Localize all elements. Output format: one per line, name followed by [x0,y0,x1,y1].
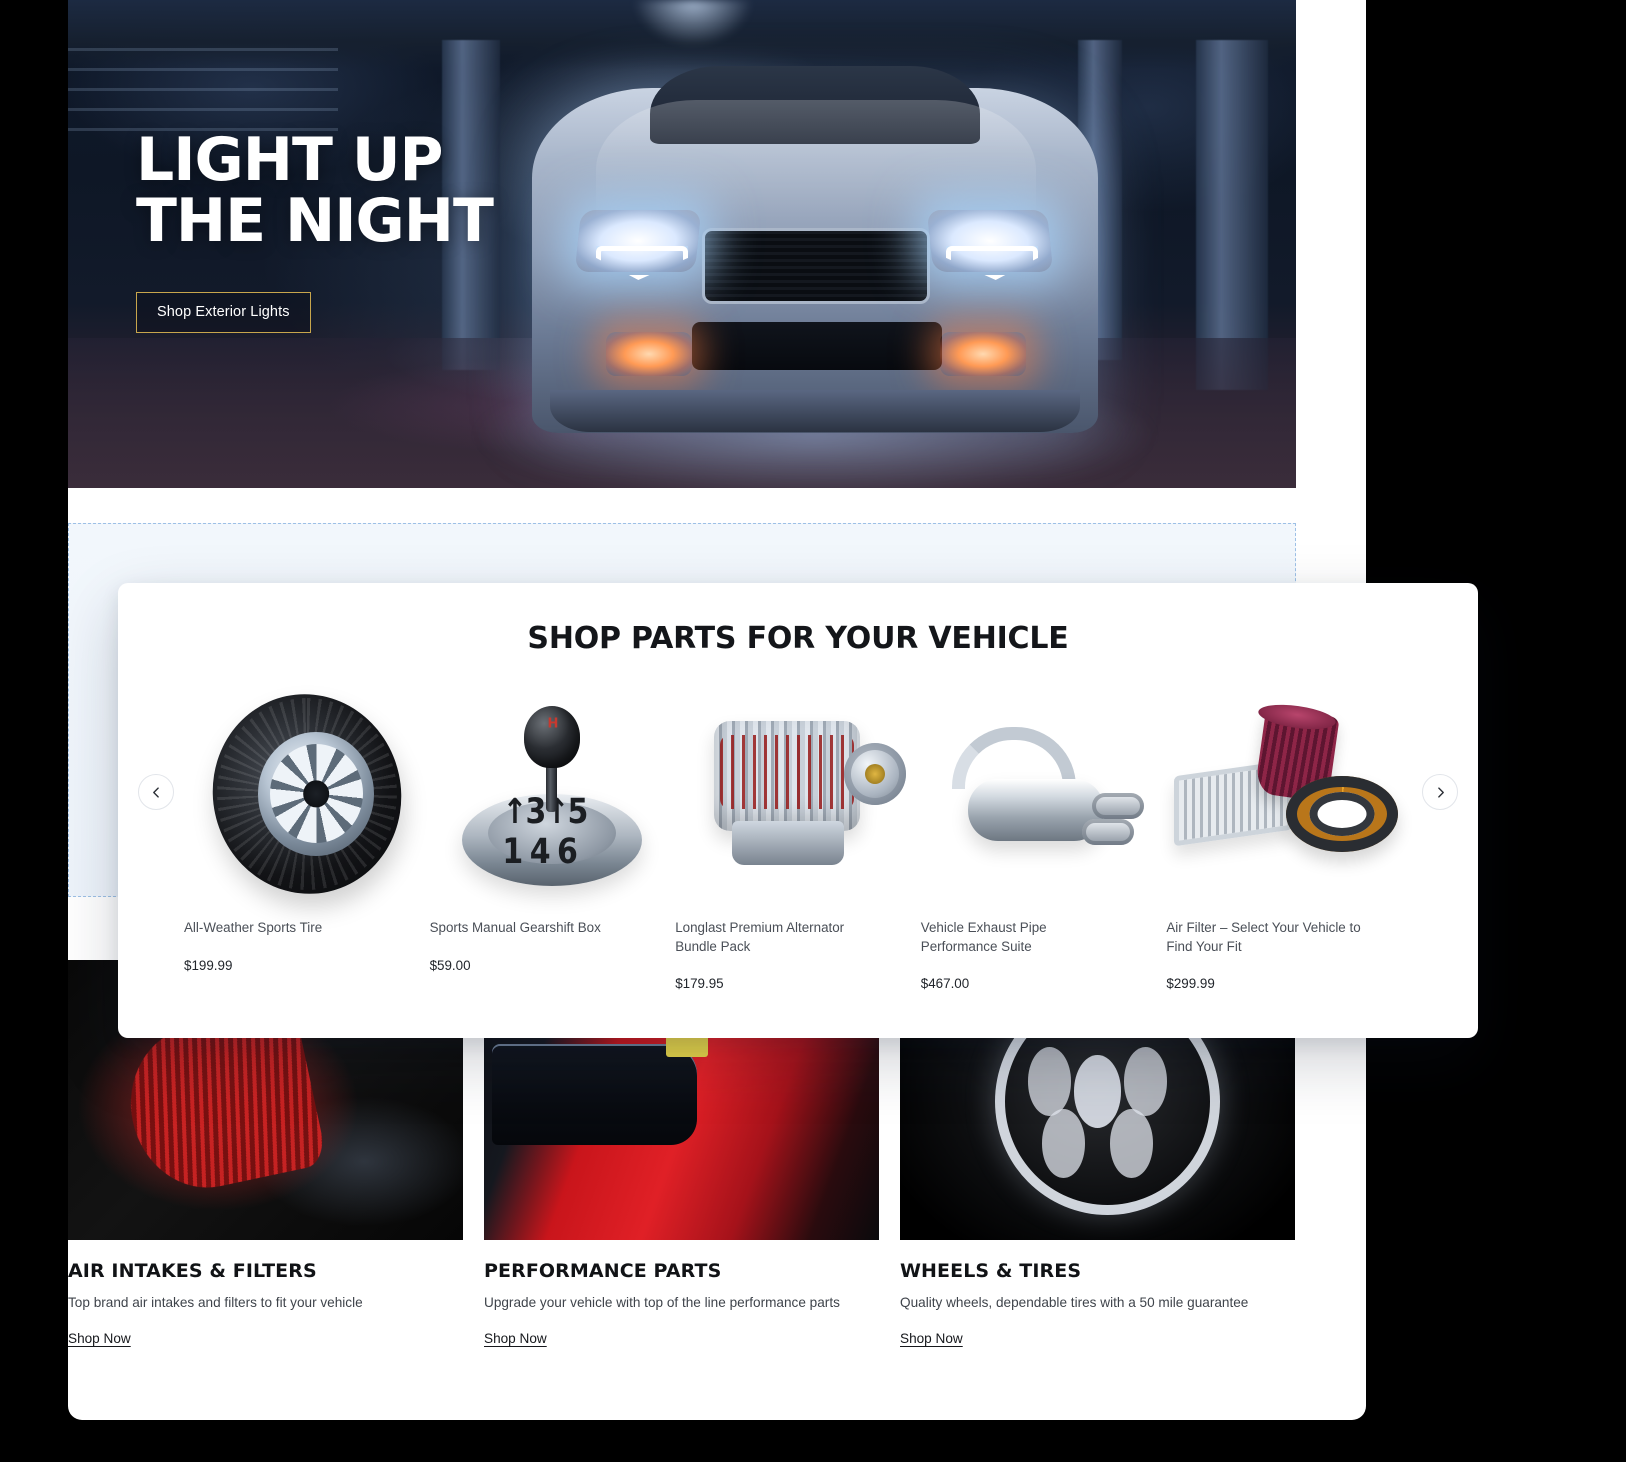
car-hood [596,100,1036,220]
carousel-next-button[interactable] [1422,774,1458,810]
tire-icon [194,676,420,911]
product-price: $199.99 [184,957,233,973]
foglight-left [606,332,692,376]
car-grille [702,228,930,304]
panel-title: SHOP PARTS FOR YOUR VEHICLE [527,621,1069,656]
product-card[interactable]: All-Weather Sports Tire $199.99 [184,676,430,991]
product-image-gearshift: ↑3↑5 1 4 6 H [430,686,676,901]
product-price: $299.99 [1166,976,1215,991]
carousel-track: All-Weather Sports Tire $199.99 ↑3↑5 1 4… [184,676,1412,991]
chevron-left-icon [152,786,159,798]
hero-banner: LIGHT UP THE NIGHT Shop Exterior Lights [68,0,1296,488]
shop-now-link[interactable]: Shop Now [68,1331,131,1346]
shop-now-link[interactable]: Shop Now [900,1331,963,1346]
product-image-tire [184,676,430,911]
product-carousel: All-Weather Sports Tire $199.99 ↑3↑5 1 4… [118,676,1478,991]
product-price: $179.95 [675,976,724,991]
gearshift-icon: ↑3↑5 1 4 6 H [462,694,643,894]
air-filter-icon [1174,700,1404,881]
product-name: Air Filter – Select Your Vehicle to Find… [1166,920,1361,954]
ceiling-light-streak [632,0,753,46]
product-price: $59.00 [429,957,471,973]
exhaust-muffler-icon [934,709,1154,879]
shop-parts-panel: SHOP PARTS FOR YOUR VEHICLE All-Weather … [118,583,1478,1038]
carousel-prev-button[interactable] [138,774,174,810]
foglight-right [940,332,1026,376]
chevron-right-icon [1437,786,1444,798]
product-card[interactable]: Air Filter – Select Your Vehicle to Find… [1166,686,1412,991]
category-description: Quality wheels, dependable tires with a … [900,1295,1249,1310]
category-title: WHEELS & TIRES [900,1260,1082,1282]
product-image-exhaust [921,686,1167,901]
car-front-splitter [550,390,1080,432]
shop-exterior-lights-button[interactable]: Shop Exterior Lights [136,292,311,334]
category-title: AIR INTAKES & FILTERS [68,1260,317,1282]
shop-now-link[interactable]: Shop Now [484,1331,547,1346]
product-card[interactable]: Vehicle Exhaust Pipe Performance Suite $… [921,686,1167,991]
product-image-air-filter [1166,686,1412,901]
hero-copy: LIGHT UP THE NIGHT Shop Exterior Lights [136,125,494,334]
category-description: Upgrade your vehicle with top of the lin… [484,1295,840,1310]
category-description: Top brand air intakes and filters to fit… [68,1295,363,1310]
car-lower-vent [692,322,942,370]
product-name: Longlast Premium Alternator Bundle Pack [675,920,845,954]
product-name: Sports Manual Gearshift Box [429,920,601,935]
product-name: Vehicle Exhaust Pipe Performance Suite [920,920,1047,954]
product-image-alternator [675,686,921,901]
hero-title: LIGHT UP THE NIGHT [136,125,494,257]
screenshot-root: LIGHT UP THE NIGHT Shop Exterior Lights … [0,0,1626,1462]
product-name: All-Weather Sports Tire [184,920,323,935]
sports-car-image [470,60,1160,488]
product-card[interactable]: Longlast Premium Alternator Bundle Pack … [675,686,921,991]
alternator-icon [698,699,906,889]
product-card[interactable]: ↑3↑5 1 4 6 H Sports Manual Gearshift Box… [430,686,676,991]
category-title: PERFORMANCE PARTS [484,1260,722,1282]
product-price: $467.00 [920,976,970,991]
